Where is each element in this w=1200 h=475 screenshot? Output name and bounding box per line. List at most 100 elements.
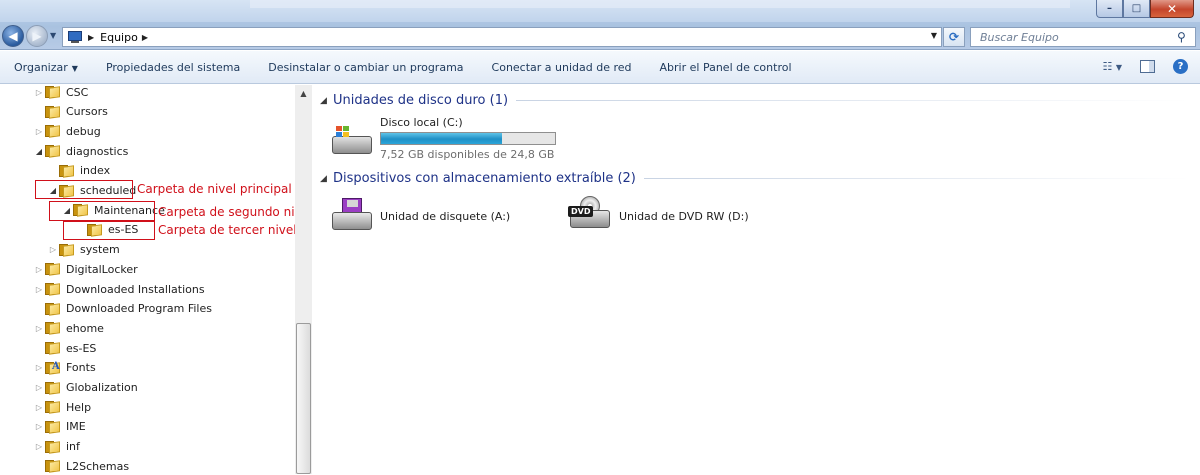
expand-arrow-icon[interactable]: ▷ bbox=[33, 383, 45, 392]
tree-item-label: Cursors bbox=[66, 105, 108, 119]
search-box[interactable]: Buscar Equipo ⚲ bbox=[970, 27, 1196, 47]
recent-pages-dropdown[interactable]: ▼ bbox=[50, 31, 56, 40]
tree-item[interactable]: ▷ IME bbox=[33, 418, 86, 436]
organize-button[interactable]: Organizar ▼ bbox=[14, 61, 78, 74]
tree-item[interactable]: ◢ diagnostics bbox=[33, 142, 128, 160]
maximize-button[interactable]: □ bbox=[1123, 0, 1150, 18]
expand-arrow-icon[interactable]: ▷ bbox=[33, 88, 45, 97]
breadcrumb-chevron-icon[interactable]: ▶ bbox=[142, 33, 148, 42]
folder-icon bbox=[45, 460, 60, 474]
breadcrumb-chevron-icon[interactable]: ▶ bbox=[88, 33, 94, 42]
command-bar: Organizar ▼ Propiedades del sistema Desin… bbox=[0, 51, 1200, 84]
tree-item[interactable]: Cursors bbox=[33, 103, 108, 121]
tree-item[interactable]: L2Schemas bbox=[33, 457, 129, 475]
windows-logo-icon bbox=[336, 126, 350, 138]
tree-item-label: Fonts bbox=[66, 361, 96, 375]
folder-icon bbox=[45, 440, 60, 454]
map-network-drive-button[interactable]: Conectar a unidad de red bbox=[492, 61, 632, 74]
tree-item-label: Downloaded Program Files bbox=[66, 302, 212, 316]
collapse-icon[interactable]: ◢ bbox=[320, 174, 333, 184]
back-button[interactable]: ◀ bbox=[2, 25, 24, 47]
scroll-up-icon[interactable]: ▲ bbox=[295, 85, 312, 102]
tree-item-label: index bbox=[80, 164, 111, 178]
close-button[interactable]: ✕ bbox=[1150, 0, 1194, 18]
change-view-button[interactable]: ☷ ▼ bbox=[1102, 60, 1122, 73]
removable-group-header[interactable]: ◢ Dispositivos con almacenamiento extraí… bbox=[320, 171, 1190, 186]
system-properties-button[interactable]: Propiedades del sistema bbox=[106, 61, 240, 74]
tree-item-label: Globalization bbox=[66, 381, 138, 394]
dvd-drive-icon[interactable]: DVD bbox=[568, 196, 612, 232]
folder-icon bbox=[45, 322, 60, 336]
address-dropdown-icon[interactable]: ▼ bbox=[931, 31, 937, 40]
expand-arrow-icon[interactable]: ▷ bbox=[47, 245, 59, 254]
fonts-folder-icon: A bbox=[45, 361, 60, 375]
floppy-drive-name[interactable]: Unidad de disquete (A:) bbox=[380, 210, 510, 223]
collapse-icon[interactable]: ◢ bbox=[320, 96, 333, 106]
forward-button[interactable]: ▶ bbox=[26, 25, 48, 47]
tree-item-label: system bbox=[80, 243, 120, 257]
tree-item[interactable]: ▷ Help bbox=[33, 398, 91, 416]
tree-item[interactable]: ▷ debug bbox=[33, 122, 101, 140]
search-icon[interactable]: ⚲ bbox=[1177, 30, 1195, 44]
tree-item[interactable]: ▷ Downloaded Installations bbox=[33, 280, 205, 298]
local-disk-name[interactable]: Disco local (C:) bbox=[380, 116, 463, 129]
folder-icon bbox=[45, 145, 60, 158]
address-bar[interactable]: ▶ Equipo ▶ ▼ bbox=[62, 27, 942, 47]
computer-icon bbox=[66, 30, 84, 44]
tree-item[interactable]: Downloaded Program Files bbox=[33, 300, 212, 318]
tree-item[interactable]: ▷ system bbox=[47, 241, 120, 259]
tree-item[interactable]: es-ES bbox=[33, 339, 96, 357]
expand-arrow-icon[interactable]: ▷ bbox=[33, 285, 45, 294]
expand-arrow-icon[interactable]: ▷ bbox=[33, 324, 45, 333]
scroll-thumb[interactable] bbox=[296, 323, 311, 474]
arrow-left-icon: ◀ bbox=[8, 29, 18, 43]
tree-item[interactable]: index bbox=[47, 162, 110, 180]
collapse-arrow-icon[interactable]: ◢ bbox=[33, 147, 45, 156]
tree-item[interactable]: ▷ CSC bbox=[33, 83, 88, 101]
floppy-drive-icon[interactable] bbox=[330, 198, 374, 234]
breadcrumb-equipo[interactable]: Equipo bbox=[100, 31, 138, 44]
expand-arrow-icon[interactable]: ▷ bbox=[33, 403, 45, 412]
expand-arrow-icon[interactable]: ▷ bbox=[33, 265, 45, 274]
tree-item[interactable]: ▷ ehome bbox=[33, 319, 104, 337]
tree-item[interactable]: ▷ DigitalLocker bbox=[33, 260, 138, 278]
arrow-right-icon: ▶ bbox=[32, 29, 42, 43]
refresh-icon: ⟳ bbox=[948, 30, 960, 44]
tree-item-label: Downloaded Installations bbox=[66, 282, 205, 296]
minimize-button[interactable]: – bbox=[1096, 0, 1123, 18]
expand-arrow-icon[interactable]: ▷ bbox=[33, 363, 45, 372]
help-button[interactable]: ? bbox=[1173, 59, 1188, 74]
annotation-third-level: Carpeta de tercer nivel bbox=[158, 223, 297, 237]
folder-icon bbox=[45, 263, 60, 277]
search-input[interactable]: Buscar Equipo bbox=[971, 31, 1177, 44]
folder-icon bbox=[59, 164, 74, 178]
hdd-group-title: Unidades de disco duro (1) bbox=[333, 93, 509, 108]
hard-drive-icon[interactable] bbox=[330, 122, 374, 158]
tree-item[interactable]: ▷ A Fonts bbox=[33, 359, 96, 377]
refresh-button[interactable]: ⟳ bbox=[943, 27, 965, 47]
open-control-panel-button[interactable]: Abrir el Panel de control bbox=[660, 61, 792, 74]
folder-icon bbox=[45, 125, 60, 139]
tree-item-label: IME bbox=[66, 420, 86, 434]
folder-icon bbox=[45, 283, 60, 296]
capacity-fill bbox=[381, 133, 503, 144]
expand-arrow-icon[interactable]: ▷ bbox=[33, 422, 45, 431]
expand-arrow-icon[interactable]: ▷ bbox=[33, 442, 45, 451]
expand-arrow-icon[interactable]: ▷ bbox=[33, 127, 45, 136]
tree-item-label: diagnostics bbox=[66, 144, 129, 158]
preview-pane-button[interactable] bbox=[1140, 60, 1155, 73]
highlight-scheduled bbox=[35, 180, 133, 199]
tree-item[interactable]: ▷ Globalization bbox=[33, 379, 138, 397]
group-divider bbox=[643, 178, 1190, 179]
capacity-bar bbox=[380, 132, 556, 145]
tree-item-label: es-ES bbox=[66, 341, 97, 355]
dvd-drive-name[interactable]: Unidad de DVD RW (D:) bbox=[619, 210, 749, 223]
hdd-group-header[interactable]: ◢ Unidades de disco duro (1) bbox=[320, 93, 1190, 108]
annotation-second-level: Carpeta de segundo nivel bbox=[158, 205, 313, 219]
annotation-first-level: Carpeta de nivel principal bbox=[137, 182, 292, 196]
tree-item[interactable]: ▷ inf bbox=[33, 438, 80, 456]
highlight-maintenance bbox=[49, 201, 155, 221]
uninstall-program-button[interactable]: Desinstalar o cambiar un programa bbox=[268, 61, 463, 74]
navigation-pane: ▷ CSC Cursors ▷ debug ◢ diagnostics index ◢ sched… bbox=[0, 85, 312, 474]
tree-scrollbar[interactable]: ▲ bbox=[295, 85, 312, 474]
